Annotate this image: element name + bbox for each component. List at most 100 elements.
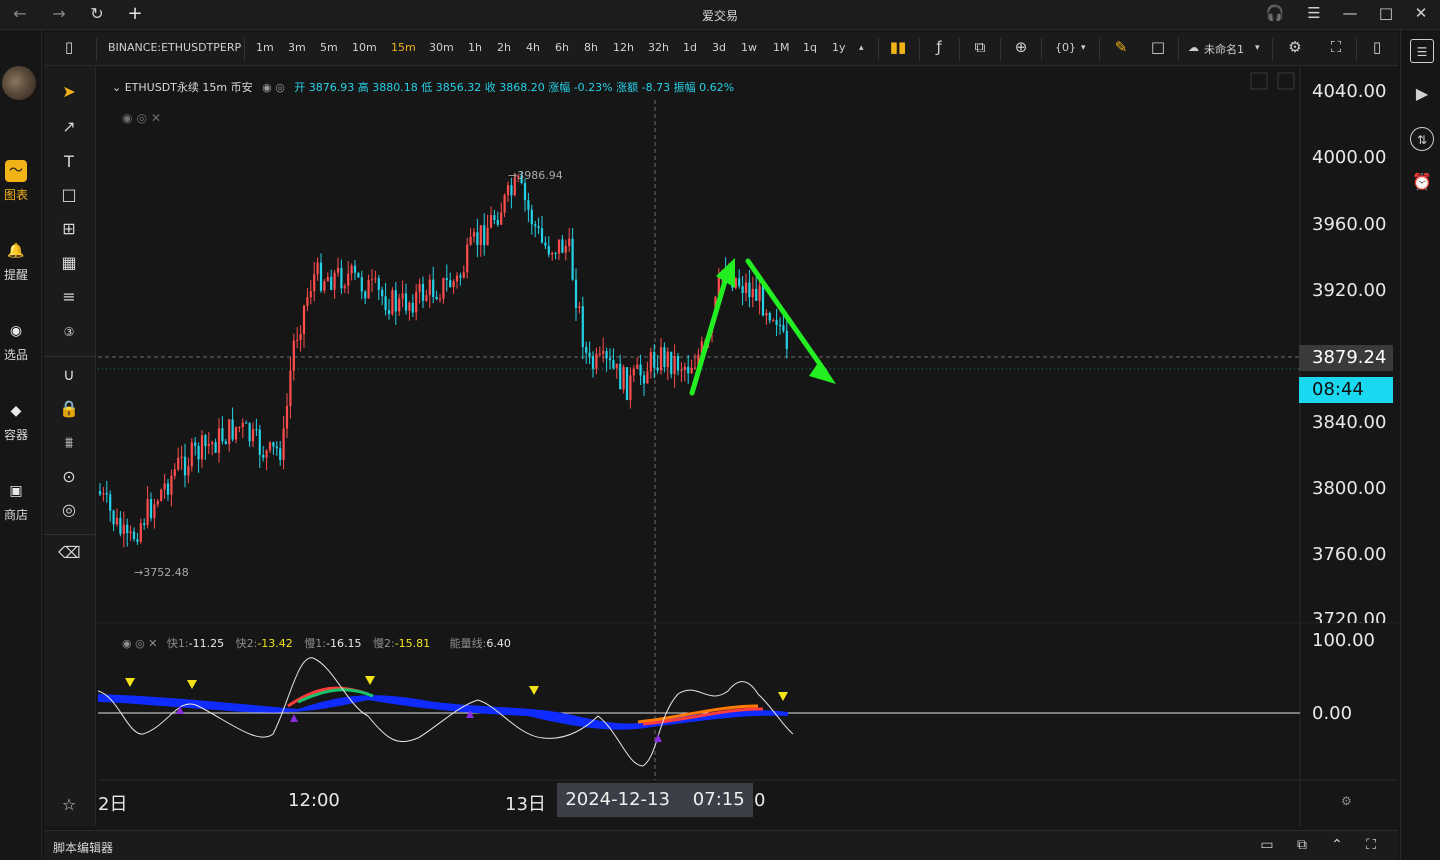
candle-body [778, 324, 782, 326]
candle-body [527, 200, 530, 210]
candle-body [401, 293, 404, 299]
candle-body [255, 429, 258, 431]
price-tick: 3840.00 [1312, 412, 1387, 433]
lock-icon[interactable]: 🔒 [58, 398, 80, 420]
candle-body [758, 285, 761, 301]
interval-1y[interactable]: 1y [832, 41, 846, 54]
nav-item-container[interactable]: ◆ 容器 [0, 400, 32, 443]
candle-type-icon[interactable]: ▮▮ [887, 38, 909, 56]
transfer-icon[interactable]: ⇅ [1410, 127, 1434, 151]
interval-12h[interactable]: 12h [613, 41, 634, 54]
candle-body [734, 278, 737, 288]
panel-toggle-icon[interactable]: ▯ [1366, 38, 1388, 56]
nav-item-screener[interactable]: ◉ 选品 [0, 320, 32, 363]
interval-1d[interactable]: 1d [683, 41, 697, 54]
candle-body [738, 278, 741, 287]
screener-icon: ◉ [9, 323, 23, 339]
indicator-icon[interactable]: ƒ [928, 38, 950, 56]
crosshair-icon[interactable]: ⊙ [58, 466, 80, 488]
interval-30m[interactable]: 30m [429, 41, 454, 54]
chevron-down-icon[interactable]: ▾ [1081, 43, 1086, 53]
replay-icon[interactable]: ⊕ [1010, 38, 1032, 56]
eraser-icon[interactable]: ⌫ [58, 542, 81, 564]
interval-15m[interactable]: 15m [391, 41, 416, 54]
trendline-icon[interactable]: ↗ [58, 116, 80, 138]
flag-icon[interactable]: ▶ [1410, 82, 1434, 106]
template-button[interactable]: {0} [1055, 41, 1076, 54]
cloud-icon[interactable]: ☁ [1188, 41, 1199, 54]
filter-icon[interactable]: ⩩ [58, 432, 80, 454]
script-editor-tab[interactable]: 脚本编辑器 [53, 839, 113, 856]
close-button[interactable]: ✕ [1408, 4, 1434, 22]
magnet-icon[interactable]: ∪ [58, 364, 80, 386]
axis-settings-icon[interactable]: ⚙ [1341, 794, 1352, 808]
maximize-panel-icon[interactable]: ⛶ [1361, 837, 1381, 853]
headset-icon[interactable]: 🎧 [1262, 4, 1288, 22]
settings-icon[interactable]: ⚙ [1284, 38, 1306, 56]
interval-3m[interactable]: 3m [288, 41, 306, 54]
window-icon[interactable]: ▭ [1257, 837, 1277, 853]
hide-drawings-icon[interactable]: ◎ [58, 499, 80, 521]
levels-icon[interactable]: ≡ [58, 286, 80, 308]
price-chart[interactable] [98, 66, 1398, 826]
menu-icon[interactable]: ☰ [1301, 4, 1327, 22]
interval-4h[interactable]: 4h [526, 41, 540, 54]
candle-body [200, 435, 204, 460]
candle-body [248, 423, 251, 442]
more-intervals-icon[interactable]: ▴ [859, 43, 864, 53]
candle-body [187, 466, 190, 476]
candle-body [537, 226, 540, 229]
interval-10m[interactable]: 10m [352, 41, 377, 54]
candle-body [302, 305, 306, 335]
interval-2h[interactable]: 2h [497, 41, 511, 54]
star-icon[interactable]: ☆ [58, 794, 80, 816]
pencil-icon[interactable]: ✎ [1110, 38, 1132, 56]
bell-icon: 🔔 [7, 243, 25, 259]
pattern-icon[interactable]: ③ [58, 321, 80, 343]
compare-icon[interactable]: ⧉ [969, 38, 991, 56]
maximize-button[interactable]: □ [1373, 4, 1399, 22]
fullscreen-icon[interactable]: ⛶ [1325, 38, 1347, 56]
candle-body [306, 297, 309, 306]
eye-icon[interactable]: ◉ ◎ [262, 81, 285, 94]
chevron-down-icon[interactable]: ▾ [1255, 43, 1260, 53]
nav-item-store[interactable]: ▣ 商店 [0, 480, 32, 523]
watchlist-icon[interactable]: ☰ [1410, 39, 1434, 63]
candle-body [574, 279, 578, 308]
grid-icon[interactable]: ▦ [58, 252, 80, 274]
symbol-search[interactable]: BINANCE:ETHUSDTPERP [108, 41, 241, 54]
interval-1w[interactable]: 1w [741, 41, 757, 54]
layout-name[interactable]: 未命名1 [1204, 41, 1244, 57]
cursor-icon[interactable]: ➤ [58, 81, 80, 103]
interval-32h[interactable]: 32h [648, 41, 669, 54]
rectangle-icon[interactable]: □ [58, 184, 80, 206]
interval-8h[interactable]: 8h [584, 41, 598, 54]
interval-6h[interactable]: 6h [555, 41, 569, 54]
chevron-down-icon[interactable]: ⌄ [112, 81, 121, 94]
interval-3d[interactable]: 3d [712, 41, 726, 54]
fibonacci-icon[interactable]: ⊞ [58, 218, 80, 240]
avatar[interactable] [2, 66, 36, 100]
price-tick: 3920.00 [1312, 280, 1387, 301]
minimize-button[interactable]: — [1337, 4, 1363, 22]
interval-1q[interactable]: 1q [803, 41, 817, 54]
nav-item-alerts[interactable]: 🔔 提醒 [0, 240, 32, 283]
eye-icon[interactable]: ◉ ◎ ✕ [122, 637, 157, 650]
sidebar-toggle-icon[interactable]: ▯ [58, 38, 80, 56]
text-icon[interactable]: T [58, 151, 80, 173]
square-icon[interactable]: □ [1147, 38, 1169, 56]
candle-body [309, 291, 312, 298]
interval-1M[interactable]: 1M [773, 41, 790, 54]
legend-controls[interactable]: ◉◎✕ [122, 111, 165, 125]
candle-body [462, 272, 465, 278]
interval-1h[interactable]: 1h [468, 41, 482, 54]
nav-item-chart[interactable]: 〜 图表 [0, 160, 32, 203]
candle-body [544, 242, 547, 246]
alarm-icon[interactable]: ⏰ [1410, 170, 1434, 194]
popout-icon[interactable]: ⧉ [1292, 837, 1312, 853]
chevron-up-icon[interactable]: ⌃ [1327, 837, 1347, 853]
candle-body [748, 282, 751, 298]
candle-body [455, 275, 459, 282]
interval-1m[interactable]: 1m [256, 41, 274, 54]
interval-5m[interactable]: 5m [320, 41, 338, 54]
